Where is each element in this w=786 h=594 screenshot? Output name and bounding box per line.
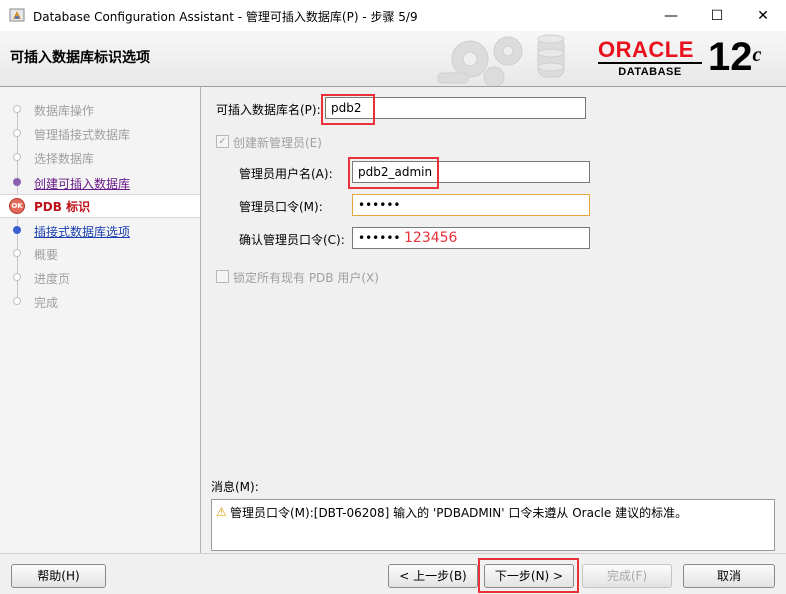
oracle-brand-sub: DATABASE [598, 62, 702, 78]
header-banner: 可插入数据库标识选项 ORACLE DATABASE 12c [0, 31, 786, 87]
step-dot-icon [13, 249, 21, 257]
maximize-button[interactable]: ☐ [694, 0, 740, 31]
pdb-name-input[interactable]: pdb2 [325, 97, 586, 119]
create-admin-checkbox[interactable]: ✓ [216, 135, 229, 148]
step-dot-icon [13, 153, 21, 161]
create-admin-label: 创建新管理员(E) [233, 136, 322, 150]
finish-button[interactable]: 完成(F) [582, 564, 672, 588]
pdb-name-label: 可插入数据库名(P): [216, 103, 321, 117]
help-button[interactable]: 帮助(H) [11, 564, 106, 588]
lock-users-label: 锁定所有现有 PDB 用户(X) [233, 271, 379, 285]
back-button[interactable]: < 上一步(B) [388, 564, 478, 588]
version-logo: 12c [708, 35, 762, 79]
step-manage-pdb: 管理插接式数据库 [0, 123, 200, 145]
step-pdb-options[interactable]: 插接式数据库选项 [0, 220, 200, 242]
warning-icon: ⚠ [216, 505, 227, 519]
step-dot-icon [13, 129, 21, 137]
admin-password-input[interactable]: •••••• [352, 194, 590, 216]
step-dot-icon [13, 273, 21, 281]
messages-box: ⚠ 管理员口令(M):[DBT-06208] 输入的 'PDBADMIN' 口令… [211, 499, 775, 551]
step-dot-icon [13, 178, 21, 186]
step-pdb-identification: OK PDB 标识 [0, 194, 200, 218]
admin-user-input[interactable]: pdb2_admin [352, 161, 590, 183]
step-label[interactable]: 创建可插入数据库 [34, 175, 130, 192]
step-progress: 进度页 [0, 267, 200, 289]
next-button[interactable]: 下一步(N) > [484, 564, 574, 588]
step-create-pdb[interactable]: 创建可插入数据库 [0, 172, 200, 194]
step-label: 概要 [34, 248, 59, 262]
steps-sidebar: 数据库操作 管理插接式数据库 选择数据库 创建可插入数据库 OK PDB 标识 … [0, 87, 201, 553]
lock-users-checkbox[interactable] [216, 270, 229, 283]
step-label: 管理插接式数据库 [34, 128, 131, 142]
step-summary: 概要 [0, 243, 200, 265]
step-dot-icon [13, 105, 21, 113]
oracle-logo: ORACLE DATABASE [598, 39, 702, 78]
title-bar: Database Configuration Assistant - 管理可插入… [0, 0, 786, 32]
password-annotation: 123456 [404, 230, 458, 246]
step-label: 选择数据库 [34, 152, 95, 166]
admin-password-label: 管理员口令(M): [239, 200, 323, 214]
step-select-database: 选择数据库 [0, 147, 200, 169]
messages-label: 消息(M): [211, 480, 259, 494]
oracle-brand: ORACLE [598, 37, 694, 62]
step-label: 进度页 [34, 272, 71, 286]
confirm-password-input[interactable]: •••••• [352, 227, 590, 249]
close-button[interactable]: ✕ [740, 0, 786, 31]
confirm-password-label: 确认管理员口令(C): [239, 233, 345, 247]
admin-user-label: 管理员用户名(A): [239, 167, 333, 181]
step-dot-icon [13, 226, 21, 234]
step-label: 完成 [34, 296, 59, 310]
cancel-button[interactable]: 取消 [683, 564, 775, 588]
step-label: 数据库操作 [34, 104, 95, 118]
step-finish: 完成 [0, 291, 200, 313]
message-text: 管理员口令(M):[DBT-06208] 输入的 'PDBADMIN' 口令未遵… [230, 506, 688, 520]
window-title: Database Configuration Assistant - 管理可插入… [33, 10, 418, 24]
step-database-operation: 数据库操作 [0, 99, 200, 121]
step-label[interactable]: 插接式数据库选项 [34, 223, 130, 240]
current-step-icon: OK [9, 198, 25, 214]
minimize-button[interactable]: — [648, 0, 694, 31]
gears-decoration-icon [437, 34, 565, 86]
page-title: 可插入数据库标识选项 [10, 50, 150, 66]
step-dot-icon [13, 297, 21, 305]
main-content: 可插入数据库名(P): pdb2 ✓ 创建新管理员(E) 管理员用户名(A): … [201, 87, 786, 553]
step-label: PDB 标识 [34, 200, 91, 214]
button-bar: 帮助(H) < 上一步(B) 下一步(N) > 完成(F) 取消 [0, 553, 786, 594]
app-icon [9, 8, 25, 22]
